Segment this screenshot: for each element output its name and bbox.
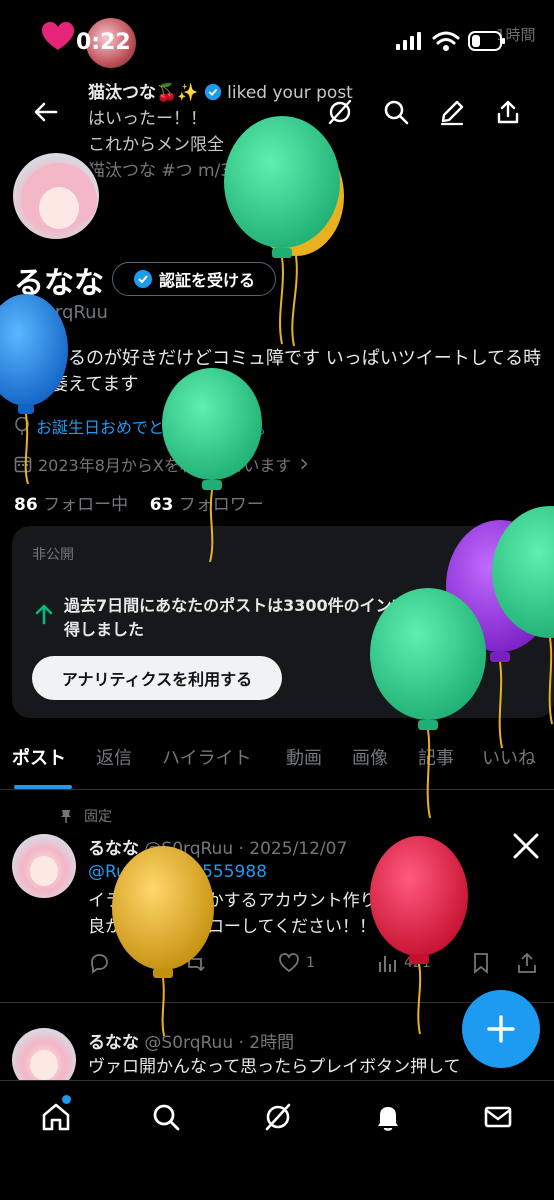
bookmark-button[interactable]: [470, 952, 492, 974]
messages-icon[interactable]: [482, 1101, 514, 1133]
notification-name: 猫汰つな🍒✨: [88, 83, 199, 103]
repost-button[interactable]: [184, 952, 206, 974]
verified-badge-icon: [204, 83, 221, 101]
like-button[interactable]: 1: [278, 952, 315, 974]
private-label: 非公開: [32, 547, 74, 563]
chevron-right-icon[interactable]: [297, 457, 311, 471]
analytics-button[interactable]: アナリティクスを利用する: [32, 656, 282, 700]
views-chart-icon: [379, 956, 396, 972]
wifi-icon: [432, 31, 460, 51]
home-icon[interactable]: [40, 1101, 72, 1133]
repost-icon: [185, 954, 205, 972]
post-avatar[interactable]: [12, 834, 76, 898]
follow-stats: 86 フォロー中 63 フォロワー: [14, 490, 264, 515]
pinned-indicator: 固定: [58, 806, 112, 826]
calendar-icon: [14, 456, 32, 473]
post-body-line1: イラスト依頼とかするアカウント作りました！: [88, 891, 445, 911]
profile-bio: お話するのが好きだけどコミュ障です いっぱいツイートしてる時大体萎えてます: [14, 348, 542, 395]
battery-icon: [468, 31, 505, 51]
views-button[interactable]: 421: [376, 952, 431, 974]
notification-action: liked your post: [227, 83, 353, 103]
post-actions: 1 421: [88, 952, 544, 978]
tab-replies[interactable]: 返信: [96, 744, 132, 770]
tab-articles[interactable]: 記事: [418, 744, 454, 770]
impression-text: 過去7日間にあなたのポストは3300件のインプレッションを獲得しました: [64, 596, 520, 639]
grok-icon[interactable]: [262, 1101, 294, 1133]
followers-label: フォロワー: [178, 495, 264, 515]
signal-icon: [396, 32, 421, 50]
tab-highlights[interactable]: ハイライト: [162, 744, 252, 770]
followers-count: 63: [149, 495, 174, 515]
notification-line3: 猫汰つな #つ m/3eTinCWYP4: [88, 161, 328, 181]
post-body: イラスト依頼とかするアカウント作りました！ 良かったらフォローしてください！！: [88, 888, 538, 940]
profile-handle: @S0rqRuu: [14, 302, 108, 323]
post-header: るなな @S0rqRuu · 2025/12/07: [88, 834, 347, 859]
tab-videos[interactable]: 動画: [286, 744, 322, 770]
pinned-label: 固定: [84, 809, 112, 825]
search-icon[interactable]: [150, 1101, 182, 1133]
tab-posts[interactable]: ポスト: [12, 744, 66, 770]
post-author: るなな: [88, 839, 139, 859]
following-link[interactable]: 86 フォロー中: [14, 495, 128, 515]
views-count: 421: [404, 955, 431, 971]
like-heart-icon: [279, 953, 299, 973]
share-icon: [518, 952, 536, 973]
active-tab-indicator: [14, 785, 72, 789]
post-body-line2: 良かったらフォローしてください！！: [88, 917, 376, 937]
verified-badge-icon: [133, 270, 152, 288]
joined-line: 2023年8月からXを利用しています: [14, 452, 311, 476]
following-count: 86: [14, 495, 38, 515]
like-notification[interactable]: 猫汰つな🍒✨ liked your post はいったー！！ これからメン限全 …: [88, 80, 508, 184]
birthday-text: お誕生日おめでとうございます。: [36, 418, 275, 437]
birthday-line: お誕生日おめでとうございます。: [14, 414, 274, 438]
back-arrow-icon[interactable]: [32, 98, 60, 126]
plus-icon: [487, 1015, 515, 1043]
x-logo-icon: [513, 833, 539, 859]
post-meta: @S0rqRuu · 2時間: [144, 1033, 295, 1053]
reply-icon: [91, 954, 108, 974]
get-verified-button[interactable]: 認証を受ける: [112, 262, 276, 296]
status-time: 0:22: [76, 30, 131, 55]
post-share-button[interactable]: [516, 952, 538, 974]
private-analytics-card: 非公開 過去7日間にあなたのポストは3300件のインプレッションを獲得しました …: [12, 526, 554, 718]
notification-line1: はいったー！！: [88, 109, 207, 129]
like-count: 1: [306, 955, 315, 971]
post-body: ヴァロ開かんなって思ったらプレイボタン押して: [88, 1057, 461, 1077]
home-notification-dot: [62, 1095, 71, 1104]
arrow-up-icon: [35, 604, 53, 625]
following-label: フォロー中: [43, 495, 129, 515]
bottom-navigation: [0, 1080, 554, 1200]
tab-images[interactable]: 画像: [352, 744, 388, 770]
heart-icon: [42, 22, 74, 50]
profile-tabs: ポスト 返信 ハイライト 動画 画像 記事 いいね: [0, 738, 554, 790]
bookmark-icon: [474, 953, 488, 974]
get-verified-label: 認証を受ける: [158, 271, 255, 290]
pin-icon: [61, 810, 71, 823]
display-name: るなな: [14, 266, 104, 301]
tab-likes[interactable]: いいね: [482, 744, 536, 770]
profile-avatar[interactable]: [10, 150, 102, 242]
followers-link[interactable]: 63 フォロワー: [150, 495, 264, 515]
notification-line2: これからメン限全: [88, 135, 224, 155]
post-meta: @S0rqRuu · 2025/12/07: [144, 839, 348, 859]
post-author: るなな: [88, 1033, 139, 1053]
joined-text: 2023年8月からXを利用しています: [38, 456, 292, 475]
compose-post-button[interactable]: [462, 990, 540, 1068]
notifications-bell-icon[interactable]: [372, 1101, 404, 1133]
post-mention-link[interactable]: @Runa19818555988: [88, 862, 267, 882]
balloon-icon: [15, 417, 29, 435]
reply-button[interactable]: [88, 952, 110, 974]
post-header: るなな @S0rqRuu · 2時間: [88, 1028, 294, 1053]
